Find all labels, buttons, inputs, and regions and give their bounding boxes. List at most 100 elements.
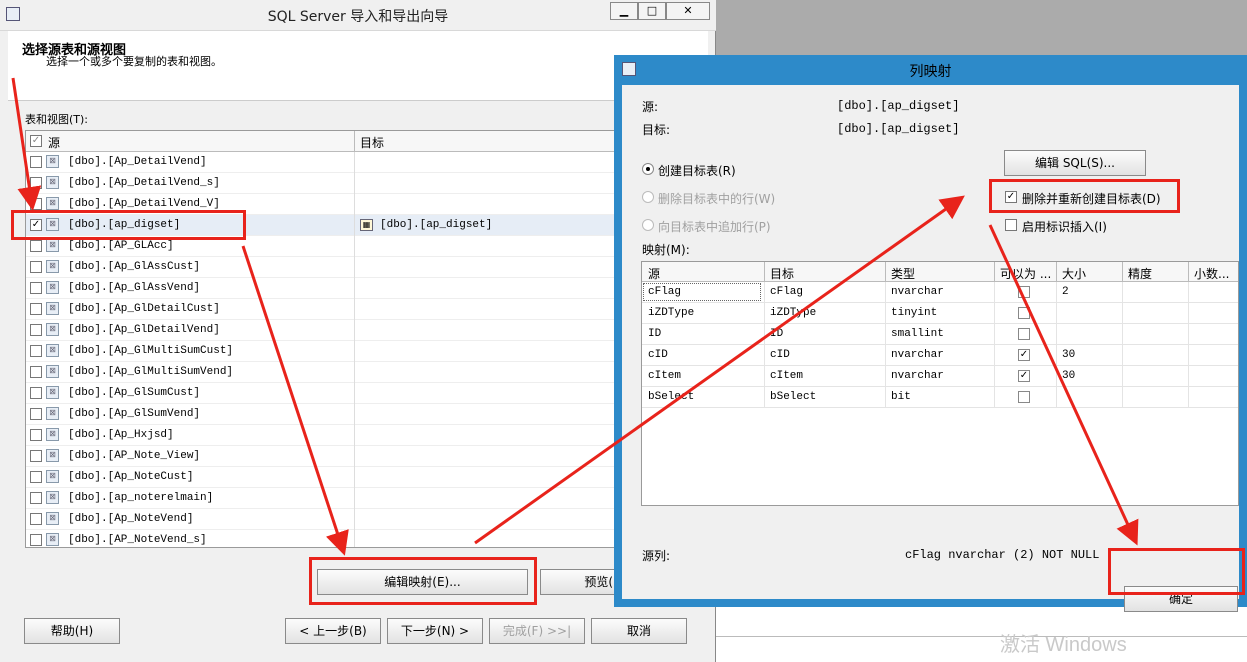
next-button[interactable]: 下一步(N) > xyxy=(387,618,483,644)
minimize-button[interactable]: ▁ xyxy=(610,2,638,20)
row-checkbox[interactable] xyxy=(30,429,42,441)
nullable-checkbox[interactable] xyxy=(1018,307,1030,319)
row-checkbox[interactable] xyxy=(30,492,42,504)
create-target-label[interactable]: 创建目标表(R) xyxy=(658,162,736,179)
mapping-target[interactable]: bSelect xyxy=(770,391,816,403)
finish-button[interactable]: 完成(F) >>| xyxy=(489,618,585,644)
mapping-row[interactable]: ID ID smallint xyxy=(642,324,1238,345)
mappings-grid: 源目标 类型 可以为 ... 大小 精度 小数... cFlag cFlag nvarchar… xyxy=(641,261,1239,506)
identity-insert-label[interactable]: 启用标识插入(I) xyxy=(1022,218,1107,235)
row-checkbox[interactable] xyxy=(30,240,42,252)
mapping-row[interactable]: cItem cItem nvarchar ✓ 30 xyxy=(642,366,1238,387)
mapping-size[interactable]: 30 xyxy=(1062,370,1075,382)
table-row[interactable]: ⊠ [dbo].[AP_NoteVend_s] xyxy=(26,530,624,547)
row-checkbox[interactable] xyxy=(30,366,42,378)
table-row[interactable]: ⊠ [dbo].[Ap_GlDetailVend] xyxy=(26,320,624,341)
table-row[interactable]: ⊠ [dbo].[AP_Note_View] xyxy=(26,446,624,467)
row-checkbox[interactable] xyxy=(30,534,42,546)
select-all-checkbox[interactable]: ✓ xyxy=(30,135,42,147)
mapping-type[interactable]: nvarchar xyxy=(891,286,944,298)
row-checkbox[interactable] xyxy=(30,324,42,336)
preview-button[interactable]: 预览( xyxy=(540,569,620,595)
mapping-target[interactable]: ID xyxy=(770,328,783,340)
mapping-source[interactable]: iZDType xyxy=(648,307,694,319)
row-checkbox[interactable] xyxy=(30,198,42,210)
mapping-col-source[interactable]: 源 xyxy=(648,265,660,282)
mapping-col-precision[interactable]: 精度 xyxy=(1128,265,1152,282)
table-row[interactable]: ⊠ [dbo].[Ap_NoteVend] xyxy=(26,509,624,530)
target-column-header[interactable]: 目标 xyxy=(360,134,384,151)
mapping-col-nullable[interactable]: 可以为 ... xyxy=(1000,265,1051,282)
delete-rows-radio[interactable] xyxy=(642,191,654,203)
nullable-checkbox[interactable] xyxy=(1018,391,1030,403)
delete-rows-label[interactable]: 删除目标表中的行(W) xyxy=(658,190,775,207)
row-checkbox[interactable] xyxy=(30,450,42,462)
table-row[interactable]: ⊠ [dbo].[Ap_GlDetailCust] xyxy=(26,299,624,320)
row-checkbox[interactable] xyxy=(30,345,42,357)
mapping-row[interactable]: cID cID nvarchar ✓ 30 xyxy=(642,345,1238,366)
table-row[interactable]: ⊠ [dbo].[Ap_DetailVend] xyxy=(26,152,624,173)
mapping-col-size[interactable]: 大小 xyxy=(1062,265,1086,282)
row-checkbox[interactable] xyxy=(30,471,42,483)
mapping-source[interactable]: ID xyxy=(648,328,661,340)
mapping-type[interactable]: smallint xyxy=(891,328,944,340)
row-checkbox[interactable] xyxy=(30,303,42,315)
mapping-source[interactable]: cItem xyxy=(648,370,681,382)
help-button[interactable]: 帮助(H) xyxy=(24,618,120,644)
table-row[interactable]: ⊠ [dbo].[Ap_GlAssVend] xyxy=(26,278,624,299)
table-row[interactable]: ⊠ [dbo].[Ap_GlAssCust] xyxy=(26,257,624,278)
mapping-size[interactable]: 2 xyxy=(1062,286,1069,298)
mapping-col-scale[interactable]: 小数... xyxy=(1194,265,1229,282)
close-button[interactable]: ✕ xyxy=(666,2,710,20)
grid-header: ✓ 源 目标 xyxy=(26,131,624,152)
target-table-icon[interactable]: ▦ xyxy=(360,219,373,231)
nullable-checkbox[interactable] xyxy=(1018,286,1030,298)
row-checkbox[interactable] xyxy=(30,261,42,273)
row-checkbox[interactable] xyxy=(30,408,42,420)
table-row[interactable]: ⊠ [dbo].[Ap_GlMultiSumVend] xyxy=(26,362,624,383)
mapping-target[interactable]: cID xyxy=(770,349,790,361)
mapping-source[interactable]: bSelect xyxy=(648,391,694,403)
mapping-type[interactable]: tinyint xyxy=(891,307,937,319)
mapping-col-type[interactable]: 类型 xyxy=(891,265,915,282)
mapping-size[interactable]: 30 xyxy=(1062,349,1075,361)
mapping-target[interactable]: cFlag xyxy=(770,286,803,298)
mapping-type[interactable]: nvarchar xyxy=(891,349,944,361)
nullable-checkbox[interactable] xyxy=(1018,328,1030,340)
mapping-target[interactable]: iZDType xyxy=(770,307,816,319)
mapping-row[interactable]: cFlag cFlag nvarchar 2 xyxy=(642,282,1238,303)
row-target[interactable]: [dbo].[ap_digset] xyxy=(380,219,492,231)
back-button[interactable]: < 上一步(B) xyxy=(285,618,381,644)
row-checkbox[interactable] xyxy=(30,282,42,294)
table-row[interactable]: ⊠ [dbo].[Ap_GlMultiSumCust] xyxy=(26,341,624,362)
mapping-source[interactable]: cID xyxy=(648,349,668,361)
table-row[interactable]: ⊠ [dbo].[Ap_GlSumVend] xyxy=(26,404,624,425)
background-divider xyxy=(716,636,1247,637)
mapping-row[interactable]: iZDType iZDType tinyint xyxy=(642,303,1238,324)
table-row[interactable]: ⊠ [dbo].[Ap_NoteCust] xyxy=(26,467,624,488)
nullable-checkbox[interactable]: ✓ xyxy=(1018,349,1030,361)
row-checkbox[interactable] xyxy=(30,513,42,525)
cancel-button[interactable]: 取消 xyxy=(591,618,687,644)
mapping-type[interactable]: nvarchar xyxy=(891,370,944,382)
maximize-button[interactable]: □ xyxy=(638,2,666,20)
mapping-type[interactable]: bit xyxy=(891,391,911,403)
table-row[interactable]: ⊠ [dbo].[ap_noterelmain] xyxy=(26,488,624,509)
append-rows-label[interactable]: 向目标表中追加行(P) xyxy=(658,218,771,235)
table-row[interactable]: ⊠ [dbo].[Ap_GlSumCust] xyxy=(26,383,624,404)
table-row[interactable]: ⊠ [dbo].[Ap_Hxjsd] xyxy=(26,425,624,446)
row-checkbox[interactable] xyxy=(30,177,42,189)
nullable-checkbox[interactable]: ✓ xyxy=(1018,370,1030,382)
row-source: [dbo].[AP_Note_View] xyxy=(68,450,201,462)
create-target-radio[interactable] xyxy=(642,163,654,175)
row-checkbox[interactable] xyxy=(30,156,42,168)
identity-insert-checkbox[interactable] xyxy=(1005,219,1017,231)
row-checkbox[interactable] xyxy=(30,387,42,399)
mapping-target[interactable]: cItem xyxy=(770,370,803,382)
edit-sql-button[interactable]: 编辑 SQL(S)... xyxy=(1004,150,1146,176)
mapping-row[interactable]: bSelect bSelect bit xyxy=(642,387,1238,408)
table-row[interactable]: ⊠ [dbo].[Ap_DetailVend_s] xyxy=(26,173,624,194)
source-column-header[interactable]: 源 xyxy=(48,134,60,151)
append-rows-radio[interactable] xyxy=(642,219,654,231)
mapping-col-target[interactable]: 目标 xyxy=(770,265,794,282)
